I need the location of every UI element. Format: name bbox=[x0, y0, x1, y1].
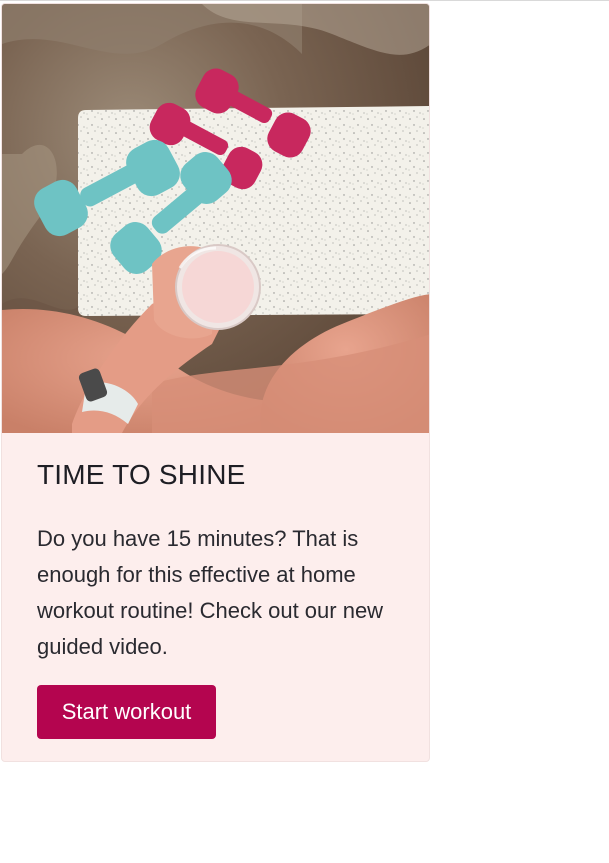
page-top-border bbox=[0, 0, 609, 1]
workout-photo bbox=[2, 4, 429, 433]
card-title: TIME TO SHINE bbox=[37, 459, 246, 490]
workout-card: TIME TO SHINE Do you have 15 minutes? Th… bbox=[1, 3, 430, 762]
start-workout-button[interactable]: Start workout bbox=[37, 685, 216, 739]
card-description: Do you have 15 minutes? That is enough f… bbox=[37, 526, 384, 659]
